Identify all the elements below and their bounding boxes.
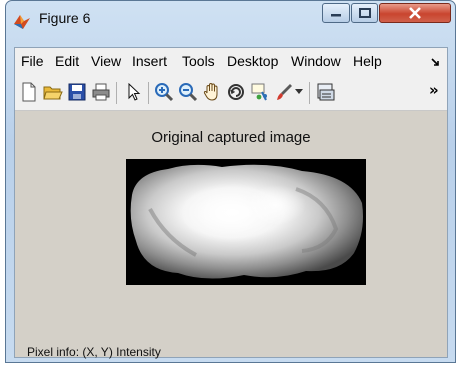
- new-figure-icon: [22, 82, 36, 102]
- toolbar-separator: [148, 82, 149, 104]
- brush-button[interactable]: [273, 81, 295, 103]
- print-button[interactable]: [90, 81, 112, 103]
- menu-desktop[interactable]: Desktop: [227, 53, 278, 69]
- rotate-3d-button[interactable]: [225, 81, 247, 103]
- data-cursor-icon: [251, 83, 267, 101]
- axes-title: Original captured image: [151, 129, 311, 146]
- menu-bar: File Edit View Insert Tools Desktop Wind…: [15, 48, 447, 76]
- link-plot-icon: [317, 83, 335, 101]
- zoom-out-button[interactable]: [177, 81, 199, 103]
- new-figure-button[interactable]: [18, 81, 40, 103]
- menu-file[interactable]: File: [21, 53, 44, 69]
- pointer-button[interactable]: [123, 81, 145, 103]
- figure-client-area: File Edit View Insert Tools Desktop Wind…: [14, 47, 448, 359]
- pan-hand-icon: [203, 82, 218, 101]
- figure-toolbar: »: [15, 75, 447, 111]
- zoom-in-icon: [155, 83, 174, 102]
- dock-arrow-icon[interactable]: [430, 57, 440, 67]
- brush-icon: [277, 84, 292, 100]
- menu-window[interactable]: Window: [291, 53, 341, 69]
- dropdown-arrow-icon: [295, 89, 303, 94]
- minimize-button[interactable]: [322, 3, 350, 23]
- zoom-in-button[interactable]: [153, 81, 175, 103]
- toolbar-overflow-button[interactable]: »: [429, 81, 439, 99]
- link-plot-button[interactable]: [315, 81, 337, 103]
- window-title: Figure 6: [39, 10, 91, 26]
- pixel-info-label: Pixel info: (X, Y) Intensity: [27, 345, 161, 359]
- maximize-button[interactable]: [351, 3, 378, 23]
- menu-tools[interactable]: Tools: [182, 53, 215, 69]
- figure-window: Figure 6 File Edit View Insert Tools Des…: [5, 0, 456, 363]
- print-icon: [92, 83, 110, 101]
- zoom-out-icon: [179, 83, 198, 102]
- maximize-icon: [358, 8, 371, 18]
- close-icon: [409, 7, 421, 19]
- menu-insert[interactable]: Insert: [132, 53, 167, 69]
- captured-image[interactable]: [126, 159, 366, 285]
- save-button[interactable]: [66, 81, 88, 103]
- rotate-3d-icon: [228, 84, 244, 100]
- menu-edit[interactable]: Edit: [55, 53, 79, 69]
- toolbar-separator: [116, 82, 117, 104]
- data-cursor-button[interactable]: [249, 81, 271, 103]
- close-button[interactable]: [379, 3, 451, 23]
- menu-help[interactable]: Help: [353, 53, 382, 69]
- minimize-icon: [331, 14, 341, 17]
- open-file-button[interactable]: [42, 81, 64, 103]
- save-icon: [68, 83, 86, 101]
- matlab-logo-icon: [14, 15, 30, 29]
- figure-canvas: Original captured image Pixel info: (X, …: [15, 111, 447, 359]
- open-file-icon: [43, 86, 63, 100]
- pointer-icon: [128, 83, 141, 101]
- toolbar-separator: [309, 82, 310, 104]
- menu-view[interactable]: View: [91, 53, 121, 69]
- pan-button[interactable]: [201, 81, 223, 103]
- brush-dropdown-button[interactable]: [293, 81, 305, 103]
- title-bar[interactable]: Figure 6: [6, 1, 455, 47]
